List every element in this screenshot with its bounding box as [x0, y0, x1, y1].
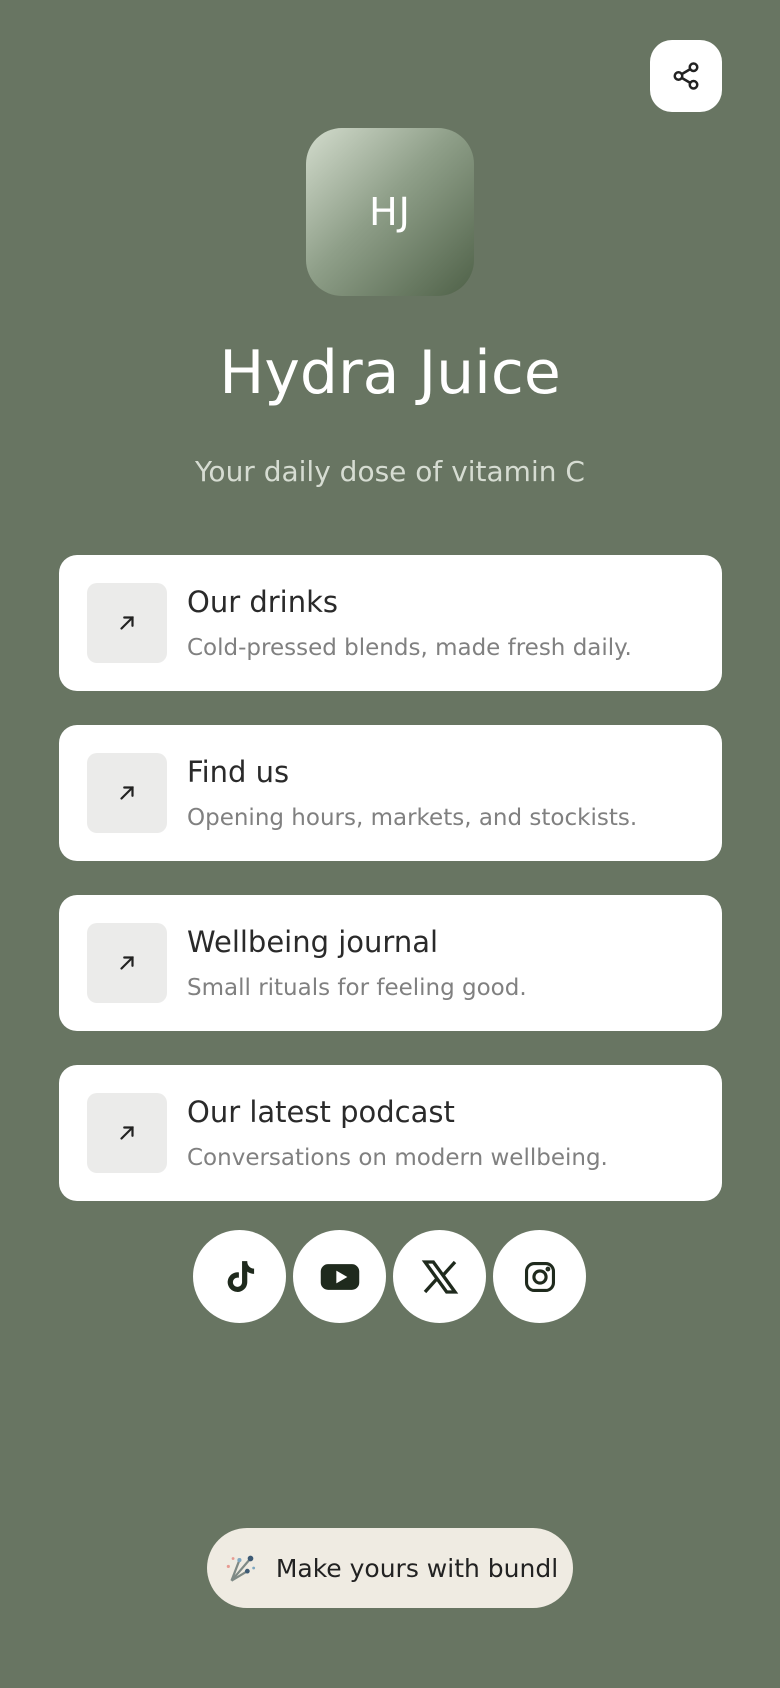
link-icon-tile	[87, 923, 167, 1003]
link-description: Cold-pressed blends, made fresh daily.	[187, 635, 632, 661]
link-description: Small rituals for feeling good.	[187, 975, 527, 1001]
social-links	[193, 1230, 586, 1323]
link-title: Our latest podcast	[187, 1095, 455, 1129]
share-icon	[673, 62, 699, 90]
arrow-up-right-icon	[120, 1126, 134, 1140]
link-card-find-us[interactable]: Find us Opening hours, markets, and stoc…	[59, 725, 722, 861]
instagram-button[interactable]	[493, 1230, 586, 1323]
youtube-icon	[320, 1263, 359, 1290]
link-title: Our drinks	[187, 585, 339, 619]
arrow-up-right-icon	[120, 956, 134, 970]
link-card-wellbeing-journal[interactable]: Wellbeing journal Small rituals for feel…	[59, 895, 722, 1031]
tiktok-icon	[227, 1260, 254, 1292]
link-card-latest-podcast[interactable]: Our latest podcast Conversations on mode…	[59, 1065, 722, 1201]
instagram-icon	[524, 1261, 555, 1292]
bundl-logo-icon	[226, 1555, 255, 1582]
x-button[interactable]	[393, 1230, 486, 1323]
share-button[interactable]	[650, 40, 722, 112]
make-yours-button[interactable]: Make yours with bundl	[207, 1528, 573, 1608]
link-description: Opening hours, markets, and stockists.	[187, 805, 638, 831]
link-icon-tile	[87, 583, 167, 663]
link-list: Our drinks Cold-pressed blends, made fre…	[59, 555, 722, 1235]
link-icon-tile	[87, 1093, 167, 1173]
tiktok-button[interactable]	[193, 1230, 286, 1323]
youtube-button[interactable]	[293, 1230, 386, 1323]
arrow-up-right-icon	[120, 786, 134, 800]
arrow-up-right-icon	[120, 616, 134, 630]
avatar-initials: HJ	[369, 190, 411, 234]
avatar: HJ	[306, 128, 474, 296]
link-title: Find us	[187, 755, 290, 789]
profile-name: Hydra Juice	[219, 338, 561, 408]
link-description: Conversations on modern wellbeing.	[187, 1145, 608, 1171]
link-card-our-drinks[interactable]: Our drinks Cold-pressed blends, made fre…	[59, 555, 722, 691]
link-icon-tile	[87, 753, 167, 833]
x-icon	[421, 1259, 458, 1294]
make-yours-label: Make yours with bundl	[275, 1553, 559, 1583]
link-title: Wellbeing journal	[187, 925, 439, 959]
profile-tagline: Your daily dose of vitamin C	[195, 455, 585, 488]
